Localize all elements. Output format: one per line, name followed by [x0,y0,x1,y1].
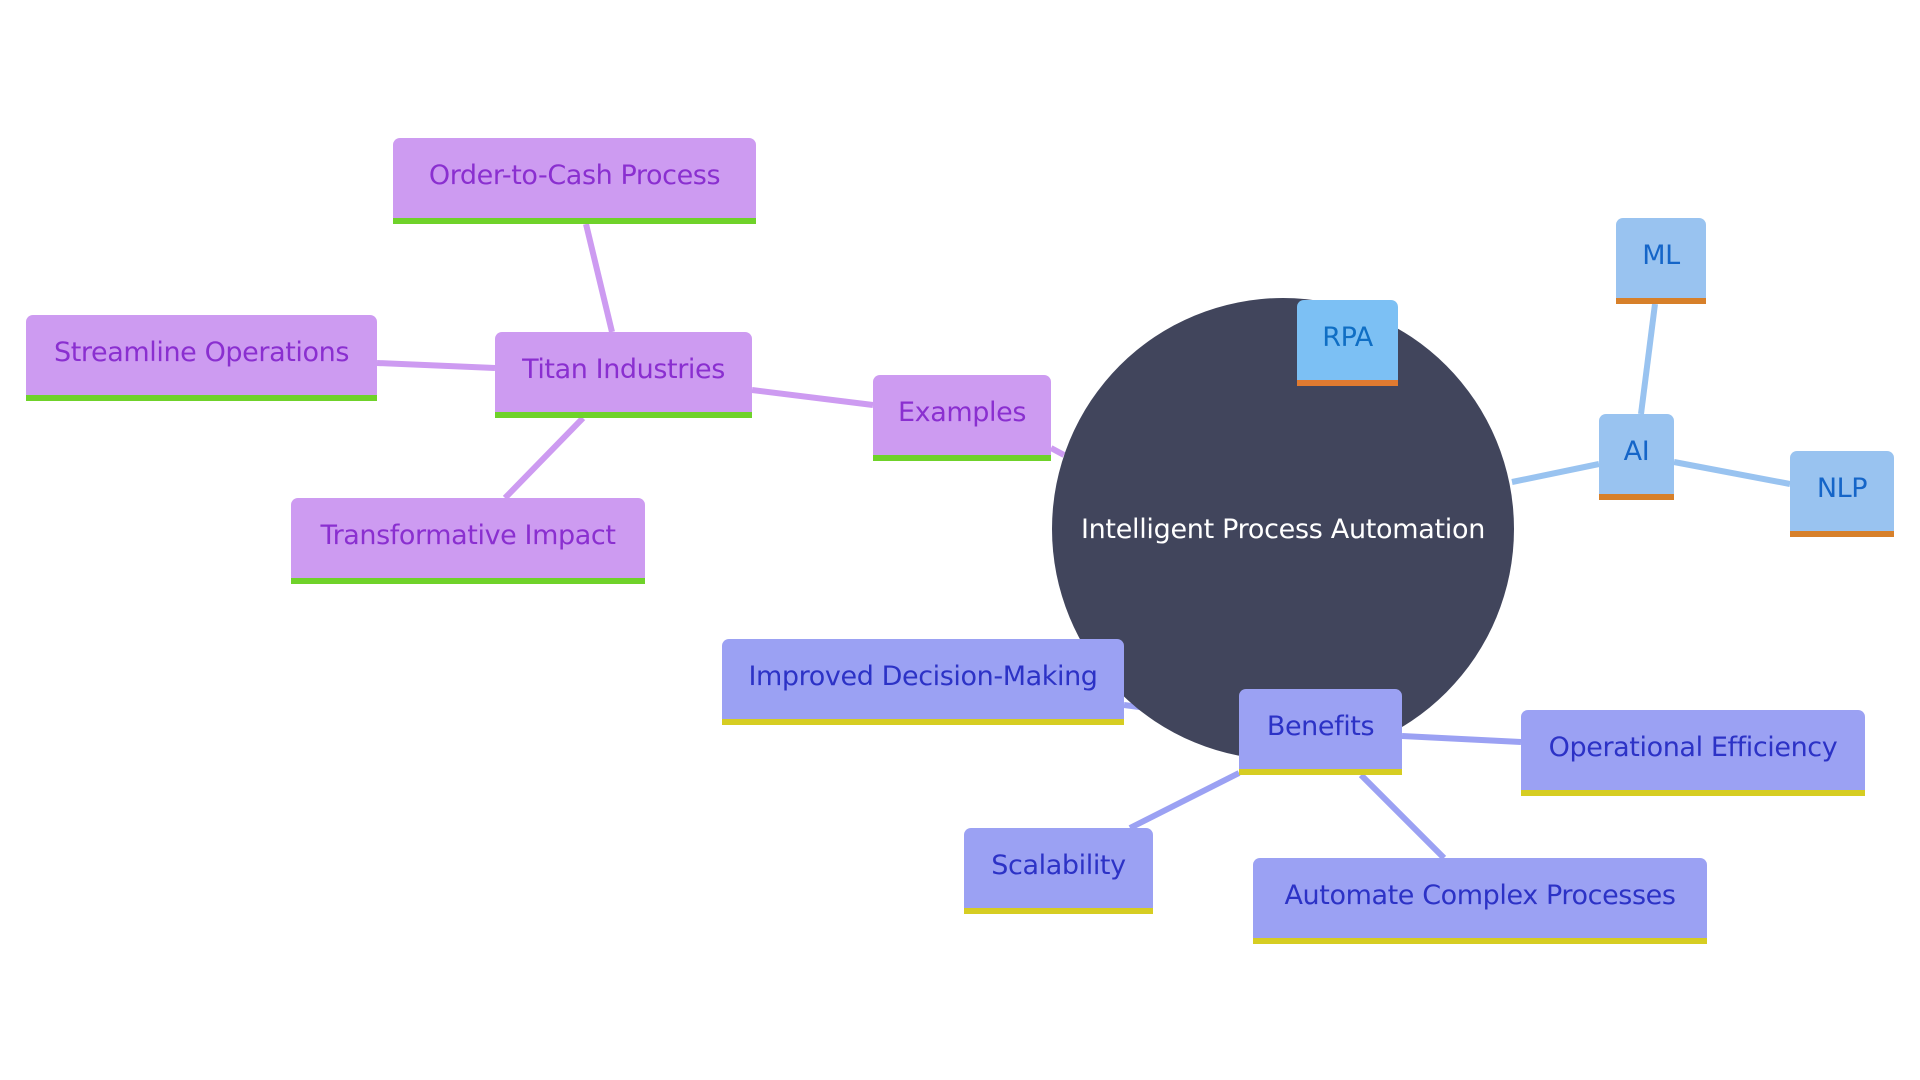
node-label: NLP [1816,472,1868,504]
node-label: Operational Efficiency [1548,731,1838,763]
root-label: Intelligent Process Automation [1080,513,1486,545]
node-label: Benefits [1266,710,1375,742]
node-label: Order-to-Cash Process [428,159,721,191]
node-automate-complex-processes[interactable]: Automate Complex Processes [1253,858,1707,944]
node-ml[interactable]: ML [1616,218,1706,304]
edge-root-ai [1511,461,1600,485]
node-ai[interactable]: AI [1599,414,1674,500]
node-rpa[interactable]: RPA [1297,300,1398,386]
edge-root-examples [1049,445,1066,458]
edge-benefits-automate [1358,772,1447,861]
node-examples[interactable]: Examples [873,375,1051,461]
node-benefits[interactable]: Benefits [1239,689,1402,775]
edge-benefits-scalability [1128,770,1241,831]
edge-titan-order [583,223,615,333]
node-label: Automate Complex Processes [1284,879,1676,911]
edge-ai-ml [1638,303,1658,415]
node-order-to-cash[interactable]: Order-to-Cash Process [393,138,756,224]
node-transformative-impact[interactable]: Transformative Impact [291,498,645,584]
edge-examples-titan [751,387,874,408]
node-streamline-operations[interactable]: Streamline Operations [26,315,377,401]
edge-ai-nlp [1673,459,1791,487]
node-label: Examples [897,396,1026,428]
node-nlp[interactable]: NLP [1790,451,1894,537]
node-label: ML [1642,239,1680,271]
node-label: Titan Industries [522,353,725,385]
node-improved-decision-making[interactable]: Improved Decision-Making [722,639,1124,725]
node-label: AI [1623,435,1650,467]
node-operational-efficiency[interactable]: Operational Efficiency [1521,710,1865,796]
node-label: RPA [1322,321,1373,353]
node-label: Scalability [991,849,1126,881]
node-titan-industries[interactable]: Titan Industries [495,332,752,418]
node-label: Streamline Operations [53,336,350,368]
node-label: Improved Decision-Making [748,660,1098,692]
edge-benefits-operational [1401,733,1522,745]
node-label: Transformative Impact [320,519,616,551]
edge-titan-streamline [376,360,496,371]
edge-titan-transformative [502,415,586,501]
node-scalability[interactable]: Scalability [964,828,1153,914]
